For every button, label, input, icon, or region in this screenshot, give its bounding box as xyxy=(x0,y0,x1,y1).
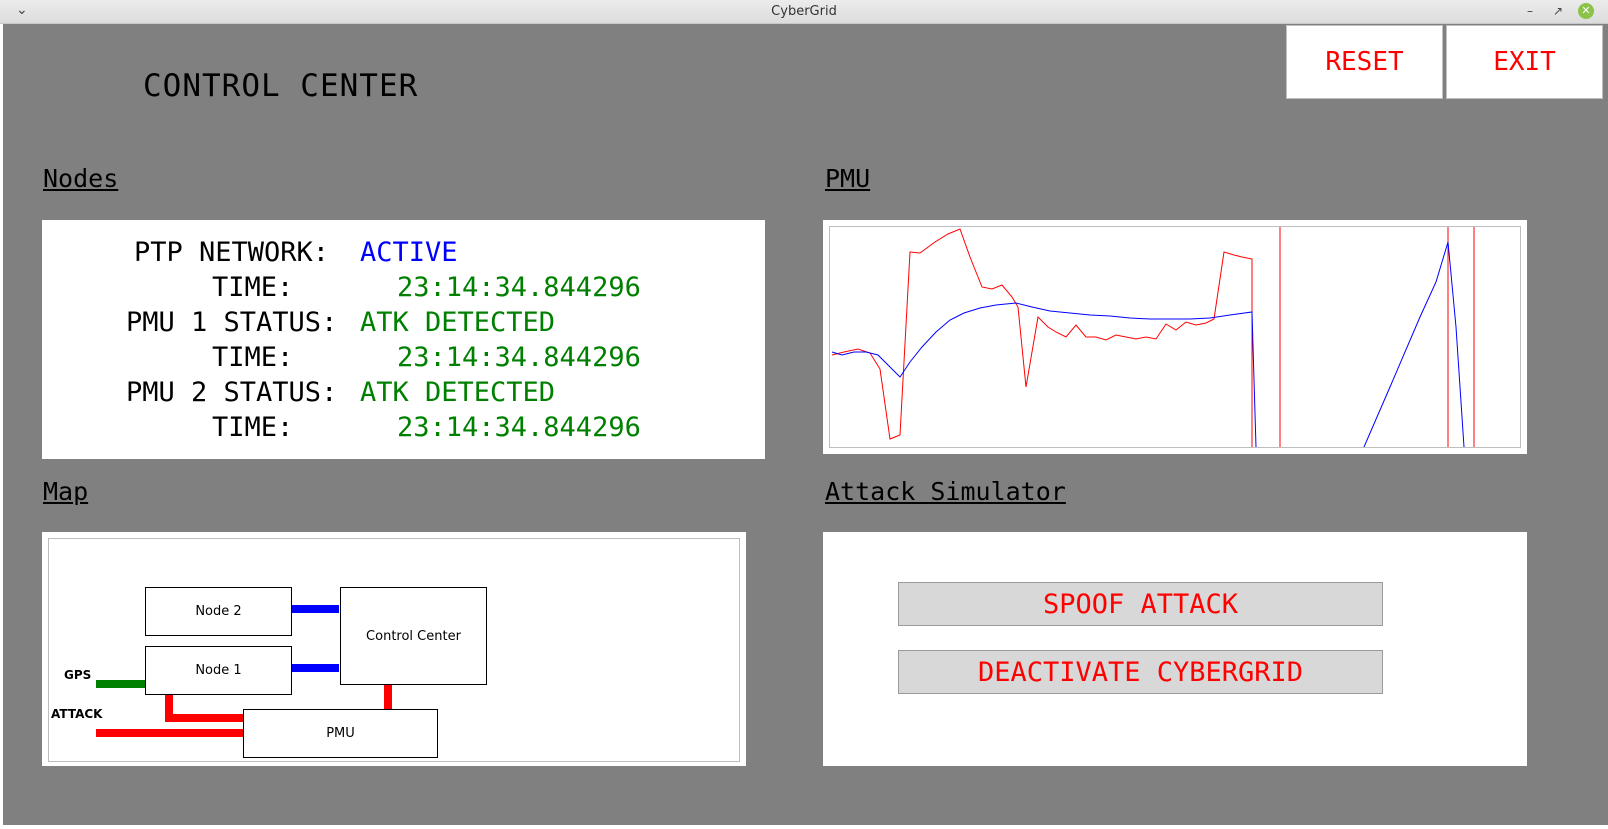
ptp-network-label: PTP NETWORK: xyxy=(134,237,330,268)
pmu2-time-label: TIME: xyxy=(212,412,294,443)
exit-button[interactable]: EXIT xyxy=(1446,25,1603,99)
nodes-panel: PTP NETWORK: ACTIVE TIME: 23:14:34.84429… xyxy=(42,220,765,459)
maximize-icon[interactable]: ↗ xyxy=(1550,3,1566,19)
gps-label: GPS xyxy=(64,668,92,682)
pmu-plot xyxy=(831,227,1475,448)
ptp-network-value: ACTIVE xyxy=(360,237,458,268)
spoof-attack-button[interactable]: SPOOF ATTACK xyxy=(898,582,1383,626)
link-control-pmu xyxy=(384,684,392,710)
pmu-blue-trace xyxy=(831,302,1257,448)
map-heading: Map xyxy=(43,477,89,506)
link-gps-node1 xyxy=(96,680,146,688)
pmu1-time-label: TIME: xyxy=(212,342,294,373)
reset-button[interactable]: RESET xyxy=(1286,25,1443,99)
ptp-time-label: TIME: xyxy=(212,272,294,303)
pmu-heading: PMU xyxy=(825,164,871,193)
window-title: CyberGrid xyxy=(771,4,837,19)
attack-simulator-panel: SPOOF ATTACK DEACTIVATE CYBERGRID xyxy=(823,532,1527,766)
pmu1-status-label: PMU 1 STATUS: xyxy=(126,307,338,338)
pmu-red-trace xyxy=(831,228,1253,447)
pmu2-status-label: PMU 2 STATUS: xyxy=(126,377,338,408)
link-node1-control xyxy=(291,664,339,672)
ptp-time-value: 23:14:34.844296 xyxy=(397,272,641,303)
node2-box: Node 2 xyxy=(145,587,292,636)
attack-simulator-heading: Attack Simulator xyxy=(825,477,1066,506)
close-icon[interactable]: ✕ xyxy=(1578,3,1594,19)
map-area: Node 2 Node 1 Control Center PMU GPS ATT… xyxy=(48,538,740,762)
link-node1-pmu xyxy=(165,714,243,722)
attack-label: ATTACK xyxy=(51,707,103,721)
map-panel: Node 2 Node 1 Control Center PMU GPS ATT… xyxy=(42,532,746,766)
pmu-plot-area xyxy=(829,226,1521,448)
pmu2-time-value: 23:14:34.844296 xyxy=(397,412,641,443)
minimize-icon[interactable]: – xyxy=(1522,3,1538,19)
link-attack-pmu xyxy=(96,729,244,737)
main-window: CONTROL CENTER RESET EXIT Nodes PMU Map … xyxy=(3,24,1608,825)
pmu-plot-panel xyxy=(823,220,1527,454)
page-title: CONTROL CENTER xyxy=(143,68,419,104)
node1-box: Node 1 xyxy=(145,646,292,695)
pmu2-status-value: ATK DETECTED xyxy=(360,377,556,408)
control-center-box: Control Center xyxy=(340,587,487,685)
nodes-heading: Nodes xyxy=(43,164,119,193)
pmu1-time-value: 23:14:34.844296 xyxy=(397,342,641,373)
pmu-box: PMU xyxy=(243,709,438,758)
window-titlebar: ⌄ CyberGrid – ↗ ✕ xyxy=(0,0,1608,24)
pmu1-status-value: ATK DETECTED xyxy=(360,307,556,338)
pmu-blue-trace xyxy=(1363,241,1465,448)
deactivate-cybergrid-button[interactable]: DEACTIVATE CYBERGRID xyxy=(898,650,1383,694)
link-node2-control xyxy=(291,605,339,613)
